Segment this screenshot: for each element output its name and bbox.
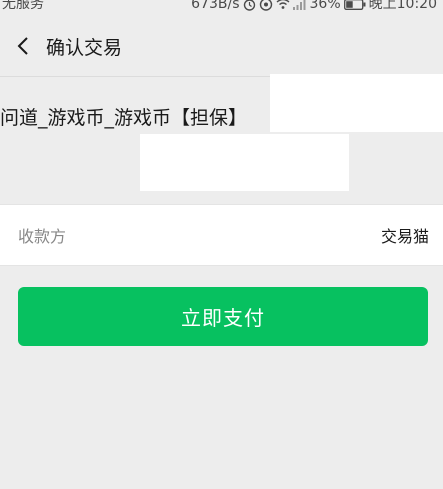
payee-value: 交易猫 <box>380 227 429 246</box>
nav-bar: 确认交易 <box>0 16 443 76</box>
wifi-icon <box>276 0 290 10</box>
battery-percent: 36% <box>309 0 341 12</box>
clock: 晚上10:20 <box>368 0 437 12</box>
alarm-icon <box>243 0 256 11</box>
payee-row: 收款方 交易猫 <box>0 204 443 266</box>
network-speed: 673B/s <box>191 0 240 12</box>
status-bar: 无服务 673B/s 36% 晚上10:20 <box>0 0 443 16</box>
page-title: 确认交易 <box>46 36 123 59</box>
redaction-block <box>140 134 349 191</box>
pay-now-button[interactable]: 立即支付 <box>18 287 428 346</box>
chevron-left-icon <box>17 37 28 55</box>
signal-icon <box>292 0 307 10</box>
eye-icon <box>259 0 273 11</box>
product-name: 问道_游戏币_游戏币【担保】 <box>0 107 248 129</box>
redaction-block <box>270 74 443 132</box>
payee-label: 收款方 <box>18 227 67 246</box>
battery-icon <box>343 0 366 10</box>
back-button[interactable] <box>12 35 34 57</box>
carrier-label: 无服务 <box>2 0 44 12</box>
status-indicators: 673B/s 36% 晚上10:20 <box>191 0 437 14</box>
